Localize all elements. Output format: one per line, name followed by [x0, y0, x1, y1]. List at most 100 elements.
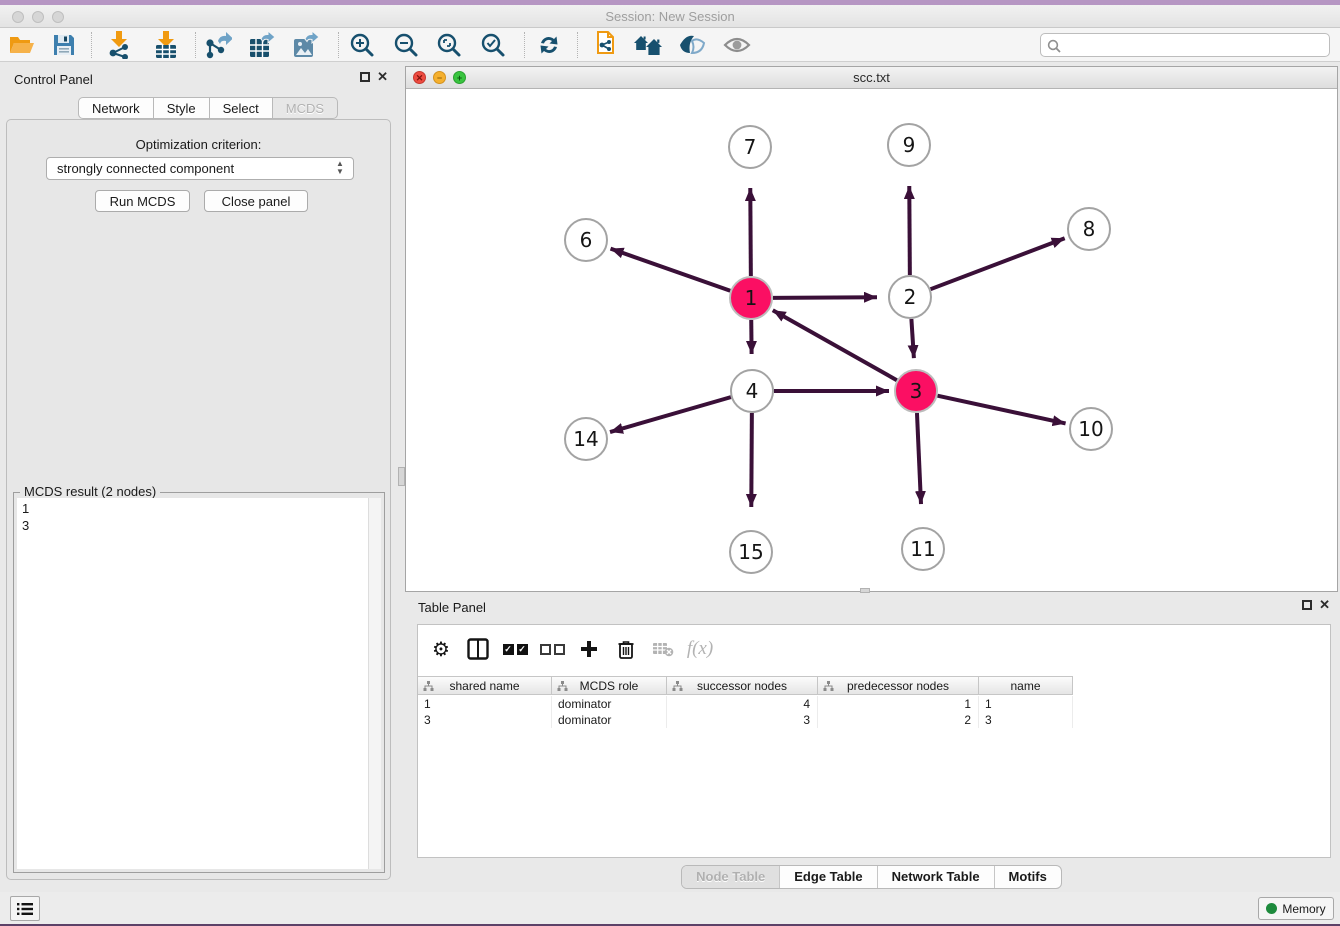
cell-predecessor-nodes-row2[interactable]: 2 [818, 712, 979, 728]
table-row[interactable]: 1dominator411 [418, 696, 1330, 712]
table-settings-gear-icon[interactable]: ⚙ [428, 634, 454, 664]
main-toolbar [0, 28, 1340, 62]
tab-network[interactable]: Network [78, 97, 154, 119]
column-header-successor-nodes[interactable]: successor nodes [667, 676, 818, 695]
close-table-panel-icon[interactable]: ✕ [1319, 600, 1330, 610]
result-scrollbar[interactable] [368, 498, 381, 869]
table-toolbar: ⚙ ✓✓ f(x) [428, 631, 724, 667]
node-label-3: 3 [910, 379, 923, 403]
hide-details-eye-icon[interactable] [720, 30, 754, 60]
search-input[interactable] [1065, 35, 1325, 55]
column-hierarchy-icon [423, 681, 434, 692]
dropdown-stepper-icon: ▲▼ [334, 160, 346, 176]
add-column-icon[interactable] [576, 634, 602, 664]
memory-button[interactable]: Memory [1258, 897, 1334, 920]
float-table-panel-icon[interactable] [1302, 600, 1312, 610]
column-hierarchy-icon [557, 681, 568, 692]
mcds-result-text: 1 3 [22, 500, 29, 534]
edge-3-1[interactable] [773, 310, 897, 380]
node-label-2: 2 [904, 285, 917, 309]
delete-table-icon[interactable] [650, 634, 676, 664]
edge-3-10[interactable] [937, 396, 1065, 424]
criterion-value: strongly connected component [57, 161, 234, 176]
tab-motifs[interactable]: Motifs [994, 866, 1061, 888]
node-table-container: ⚙ ✓✓ f(x) shared nameMCDS rolesuccessor … [417, 624, 1331, 858]
splitter-handle-horizontal[interactable] [860, 588, 870, 593]
style-icon[interactable] [675, 30, 709, 60]
cell-successor-nodes-row1[interactable]: 4 [667, 696, 818, 712]
column-header-predecessor-nodes[interactable]: predecessor nodes [818, 676, 979, 695]
tab-network-table[interactable]: Network Table [877, 866, 994, 888]
edge-3-11[interactable] [917, 413, 921, 504]
zoom-fit-icon[interactable] [432, 30, 466, 60]
tab-node-table[interactable]: Node Table [682, 866, 779, 888]
cell-mcds-role-row2[interactable]: dominator [552, 712, 667, 728]
run-mcds-button[interactable]: Run MCDS [95, 190, 190, 212]
export-network-icon[interactable] [201, 30, 235, 60]
cell-name-row2[interactable]: 3 [979, 712, 1073, 728]
tab-mcds[interactable]: MCDS [273, 97, 338, 119]
close-panel-icon[interactable]: ✕ [377, 72, 388, 82]
node-label-7: 7 [744, 135, 757, 159]
edge-1-2[interactable] [773, 297, 877, 298]
home-icon[interactable] [631, 30, 665, 60]
table-row[interactable]: 3dominator323 [418, 712, 1330, 728]
node-label-1: 1 [745, 286, 758, 310]
select-all-columns-icon[interactable]: ✓✓ [502, 634, 528, 664]
node-label-9: 9 [903, 133, 916, 157]
cell-shared-name-row2[interactable]: 3 [418, 712, 552, 728]
open-session-icon[interactable] [5, 30, 39, 60]
cell-name-row1[interactable]: 1 [979, 696, 1073, 712]
table-panel-title: Table Panel [418, 600, 486, 615]
tab-style[interactable]: Style [154, 97, 210, 119]
edge-2-9[interactable] [909, 186, 910, 275]
task-history-button[interactable] [10, 896, 40, 921]
cell-shared-name-row1[interactable]: 1 [418, 696, 552, 712]
memory-status-icon [1266, 903, 1277, 914]
export-table-icon[interactable] [245, 30, 279, 60]
cell-predecessor-nodes-row1[interactable]: 1 [818, 696, 979, 712]
edge-1-6[interactable] [611, 249, 731, 291]
tab-edge-table[interactable]: Edge Table [779, 866, 876, 888]
split-view-icon[interactable] [465, 634, 491, 664]
column-hierarchy-icon [672, 681, 683, 692]
edge-4-15[interactable] [751, 413, 752, 507]
edge-2-3[interactable] [911, 319, 913, 358]
criterion-dropdown[interactable]: strongly connected component ▲▼ [46, 157, 354, 180]
node-label-8: 8 [1083, 217, 1096, 241]
import-table-icon[interactable] [149, 30, 183, 60]
duplicate-network-icon[interactable] [587, 30, 621, 60]
node-label-4: 4 [746, 379, 759, 403]
column-header-name[interactable]: name [979, 676, 1073, 695]
cell-successor-nodes-row2[interactable]: 3 [667, 712, 818, 728]
mcds-result-area[interactable]: 1 3 [17, 498, 381, 869]
column-header-shared-name[interactable]: shared name [418, 676, 552, 695]
function-builder-icon[interactable]: f(x) [687, 634, 713, 664]
close-panel-button[interactable]: Close panel [204, 190, 308, 212]
import-network-icon[interactable] [102, 30, 136, 60]
node-label-10: 10 [1078, 417, 1103, 441]
edge-1-7[interactable] [750, 188, 751, 276]
column-hierarchy-icon [823, 681, 834, 692]
export-image-icon[interactable] [289, 30, 323, 60]
network-canvas[interactable]: 7968124314101511 [406, 89, 1337, 591]
control-panel-tabs: NetworkStyleSelectMCDS [78, 97, 338, 119]
float-panel-icon[interactable] [360, 72, 370, 82]
delete-column-trash-icon[interactable] [613, 634, 639, 664]
refresh-icon[interactable] [532, 30, 566, 60]
zoom-out-icon[interactable] [389, 30, 423, 60]
zoom-selected-icon[interactable] [476, 30, 510, 60]
splitter-handle-vertical[interactable] [398, 467, 405, 486]
edge-4-14[interactable] [610, 397, 731, 432]
deselect-all-columns-icon[interactable] [539, 634, 565, 664]
edge-2-8[interactable] [931, 238, 1065, 289]
column-header-mcds-role[interactable]: MCDS role [552, 676, 667, 695]
tab-select[interactable]: Select [210, 97, 273, 119]
node-label-11: 11 [910, 537, 935, 561]
network-titlebar[interactable]: ✕ − + scc.txt [406, 67, 1337, 89]
cell-mcds-role-row1[interactable]: dominator [552, 696, 667, 712]
node-label-15: 15 [738, 540, 763, 564]
save-session-icon[interactable] [47, 30, 81, 60]
zoom-in-icon[interactable] [345, 30, 379, 60]
table-header-row: shared nameMCDS rolesuccessor nodesprede… [418, 676, 1073, 695]
